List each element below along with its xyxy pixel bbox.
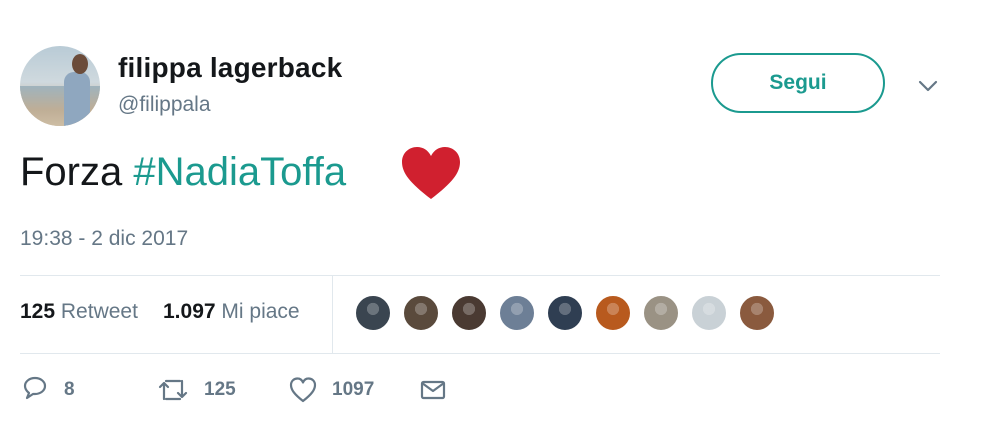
like-stat-count: 1.097: [163, 300, 216, 323]
hashtag-link[interactable]: #NadiaToffa: [133, 150, 346, 194]
divider: [20, 353, 940, 354]
user-name[interactable]: filippa lagerback: [118, 52, 342, 84]
avatar-person-body: [64, 72, 90, 126]
liker-avatar-7[interactable]: [642, 294, 680, 332]
tweet-text-plain: Forza: [20, 150, 123, 194]
chevron-down-icon[interactable]: [914, 76, 942, 96]
reply-count: 8: [64, 379, 75, 400]
reply-icon: [20, 375, 50, 405]
like-count: 1097: [332, 379, 375, 400]
liker-avatar-9[interactable]: [738, 294, 776, 332]
liker-avatar-3[interactable]: [450, 294, 488, 332]
liker-avatar-4[interactable]: [498, 294, 536, 332]
tweet-timestamp[interactable]: 19:38 - 2 dic 2017: [20, 227, 188, 251]
liker-avatar-2[interactable]: [402, 294, 440, 332]
retweet-button[interactable]: 125: [156, 372, 236, 408]
stats-divider: [332, 276, 333, 353]
liker-avatar-8[interactable]: [690, 294, 728, 332]
tweet-text: Forza #NadiaToffa: [20, 150, 346, 195]
retweet-stat[interactable]: 125 Retweet: [20, 300, 138, 324]
reply-button[interactable]: 8: [20, 372, 75, 408]
direct-message-button[interactable]: [418, 372, 448, 408]
retweet-stat-label: Retweet: [60, 300, 138, 323]
liker-avatar-5[interactable]: [546, 294, 584, 332]
envelope-icon: [418, 375, 448, 405]
avatar-person-head: [72, 54, 88, 74]
tweet-actions: 8 125 1097: [20, 372, 520, 412]
like-button[interactable]: 1097: [288, 372, 374, 408]
retweet-icon: [156, 375, 190, 405]
retweet-count: 125: [204, 379, 236, 400]
liker-avatar-1[interactable]: [354, 294, 392, 332]
red-heart-emoji-icon: [400, 146, 462, 202]
liker-avatar-6[interactable]: [594, 294, 632, 332]
like-stat-label: Mi piace: [221, 300, 300, 323]
heart-outline-icon: [288, 375, 318, 405]
user-handle[interactable]: @filippala: [118, 93, 211, 117]
like-stat[interactable]: 1.097 Mi piace: [163, 300, 300, 324]
follow-button[interactable]: Segui: [711, 53, 885, 113]
retweet-stat-count: 125: [20, 300, 56, 323]
divider: [20, 275, 940, 276]
tweet-card: filippa lagerback @filippala Segui Forza…: [0, 0, 990, 447]
avatar[interactable]: [20, 46, 100, 126]
